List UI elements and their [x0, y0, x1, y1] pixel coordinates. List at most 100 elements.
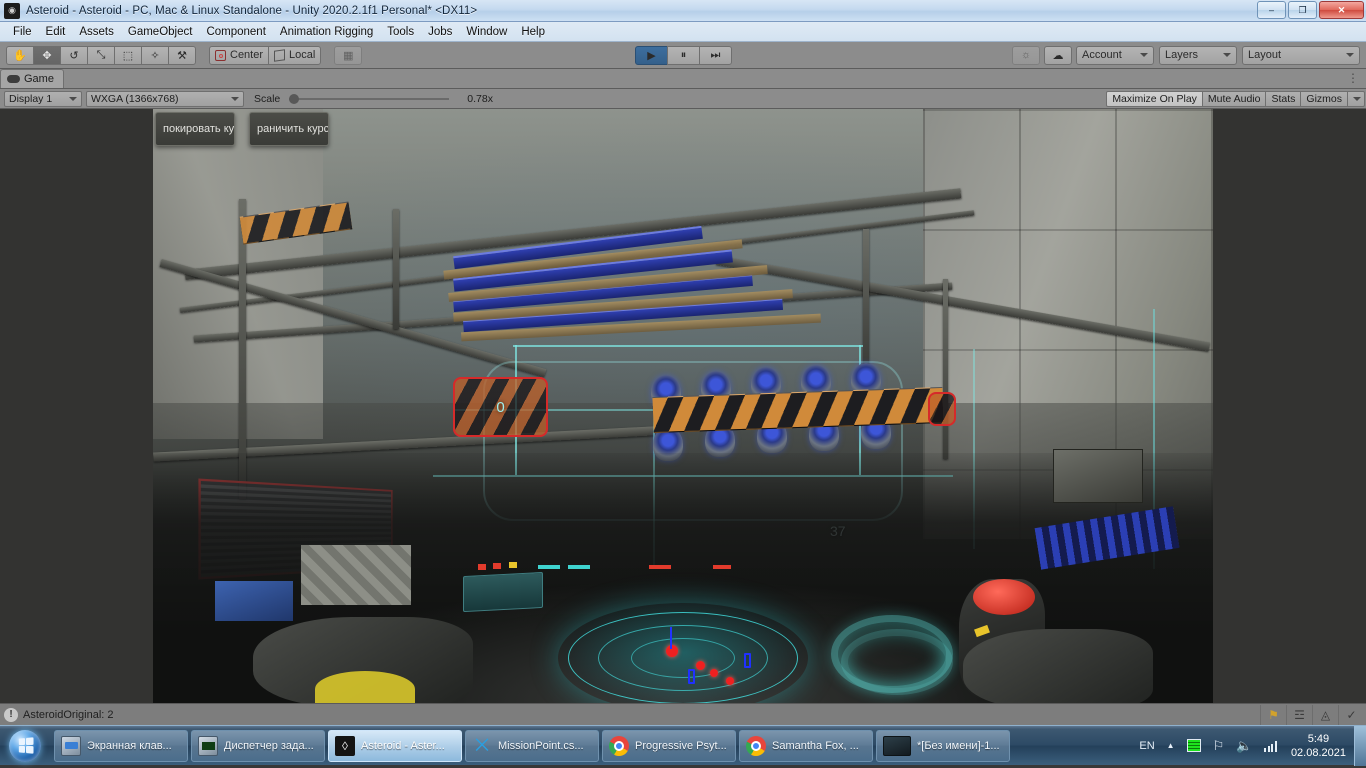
- lock-cursor-button[interactable]: покировать кур: [155, 112, 235, 146]
- minimize-button[interactable]: –: [1257, 1, 1286, 19]
- panel-tabstrip: Game ⋮: [0, 69, 1366, 89]
- unity-status-bar[interactable]: ! AsteroidOriginal: 2 ⚑ ☲ ◬ ✓: [0, 703, 1366, 725]
- pivot-rotation-button[interactable]: Local: [268, 45, 322, 65]
- pivot-group: Center Local: [209, 45, 322, 65]
- gizmos-toggle[interactable]: Gizmos: [1300, 90, 1348, 107]
- language-indicator[interactable]: EN: [1133, 740, 1160, 752]
- cloud-icon[interactable]: ☁: [1044, 45, 1072, 65]
- maximize-on-play-toggle[interactable]: Maximize On Play: [1106, 90, 1203, 107]
- gameview-toolbar: Display 1 WXGA (1366x768) Scale 0.78x Ma…: [0, 89, 1366, 109]
- task-manager-icon: [198, 735, 218, 756]
- hand-tool-button[interactable]: ✋: [6, 45, 34, 65]
- taskbar-item-chrome-2[interactable]: Samantha Fox, ...: [739, 729, 873, 762]
- windows-flag-icon: [18, 737, 34, 754]
- gameview-toggles: Maximize On Play Mute Audio Stats Gizmos: [1106, 90, 1365, 107]
- rotate-tool-button[interactable]: ↺: [60, 45, 88, 65]
- start-button[interactable]: [2, 728, 48, 764]
- menu-animation-rigging[interactable]: Animation Rigging: [273, 24, 380, 40]
- control-stick-red-button[interactable]: [973, 579, 1035, 615]
- letterbox-right: [1213, 109, 1366, 703]
- custom-editor-tool-button[interactable]: ⚒: [168, 45, 196, 65]
- menu-window[interactable]: Window: [459, 24, 514, 40]
- show-desktop-button[interactable]: [1354, 725, 1366, 766]
- menu-jobs[interactable]: Jobs: [421, 24, 459, 40]
- collab-warning-icon[interactable]: ⚑: [1260, 704, 1286, 725]
- gizmos-dropdown[interactable]: [1347, 90, 1365, 107]
- game-scene[interactable]: 0 37: [153, 109, 1213, 703]
- chevron-down-icon: [1223, 53, 1231, 57]
- taskbar-clock[interactable]: 5:49 02.08.2021: [1283, 732, 1354, 760]
- vertical-column-far: [943, 279, 948, 459]
- console-indicator-panel[interactable]: [463, 571, 543, 613]
- right-equipment-crate: [1053, 449, 1143, 503]
- step-button[interactable]: ⏭: [699, 45, 732, 65]
- taskbar-item-image-editor[interactable]: *[Без имени]-1...: [876, 729, 1010, 762]
- taskbar-item-onscreen-keyboard[interactable]: Экранная клав...: [54, 729, 188, 762]
- display-dropdown[interactable]: Display 1: [4, 90, 82, 107]
- status-message: AsteroidOriginal: 2: [23, 708, 114, 721]
- windows-taskbar: Экранная клав... Диспетчер зада... ◊ Ast…: [0, 725, 1366, 766]
- menu-component[interactable]: Component: [199, 24, 272, 40]
- resolution-dropdown[interactable]: WXGA (1366x768): [86, 90, 244, 107]
- game-view-render[interactable]: 0 37: [0, 109, 1366, 703]
- close-button[interactable]: ✕: [1319, 1, 1364, 19]
- services-icon[interactable]: ☼: [1012, 45, 1040, 65]
- window-title: Asteroid - Asteroid - PC, Mac & Linux St…: [26, 4, 478, 17]
- move-tool-button[interactable]: ✥: [33, 45, 61, 65]
- radar-blip-1: [696, 661, 705, 670]
- menu-gameobject[interactable]: GameObject: [121, 24, 200, 40]
- menu-edit[interactable]: Edit: [39, 24, 73, 40]
- tab-game[interactable]: Game: [0, 69, 64, 88]
- visibility-off-icon[interactable]: ◬: [1312, 704, 1338, 725]
- vertical-column-right: [863, 229, 869, 369]
- windows-logo-icon: [9, 729, 41, 762]
- rect-tool-button[interactable]: ⬚: [114, 45, 142, 65]
- menu-tools[interactable]: Tools: [380, 24, 421, 40]
- scale-slider-track[interactable]: [289, 93, 450, 104]
- taskbar-item-task-manager[interactable]: Диспетчер зада...: [191, 729, 325, 762]
- taskbar-item-vscode[interactable]: ⨉ MissionPoint.cs...: [465, 729, 599, 762]
- letterbox-left: [0, 109, 153, 703]
- radar-blip-2: [710, 669, 718, 677]
- radar-blip-blue-2: [688, 669, 695, 684]
- menu-help[interactable]: Help: [514, 24, 552, 40]
- volume-icon[interactable]: 🔈: [1230, 738, 1258, 754]
- show-hidden-icons-button[interactable]: ▲: [1161, 741, 1181, 750]
- taskbar-label-vscode: MissionPoint.cs...: [498, 739, 584, 752]
- network-flag-icon[interactable]: ⚐: [1207, 738, 1231, 754]
- menu-file[interactable]: File: [6, 24, 39, 40]
- system-tray: EN ▲ ⚐ 🔈 5:49 02.08.2021: [1133, 725, 1366, 766]
- pause-button[interactable]: ⏸: [667, 45, 700, 65]
- maximize-restore-button[interactable]: ❐: [1288, 1, 1317, 19]
- resolution-label: WXGA (1366x768): [91, 92, 179, 105]
- radar-hologram[interactable]: [558, 603, 808, 703]
- taskbar-buttons: Экранная клав... Диспетчер зада... ◊ Ast…: [54, 729, 1010, 762]
- layers-dropdown[interactable]: Layers: [1159, 45, 1237, 65]
- taskbar-item-chrome-1[interactable]: Progressive Psyt...: [602, 729, 736, 762]
- transform-tool-button[interactable]: ✧: [141, 45, 169, 65]
- scale-tool-button[interactable]: ⤡: [87, 45, 115, 65]
- target-marker-zero[interactable]: 0: [453, 377, 548, 437]
- scale-slider[interactable]: [289, 93, 450, 104]
- menubar: File Edit Assets GameObject Component An…: [0, 22, 1366, 42]
- signal-icon[interactable]: [1258, 740, 1283, 752]
- mute-audio-toggle[interactable]: Mute Audio: [1201, 90, 1267, 107]
- panel-menu-button[interactable]: ⋮: [1347, 71, 1360, 85]
- taskbar-label-chrome-2: Samantha Fox, ...: [772, 739, 859, 752]
- account-dropdown[interactable]: Account: [1076, 45, 1154, 65]
- grid-snap-button[interactable]: ▦: [334, 45, 363, 65]
- pivot-mode-button[interactable]: Center: [209, 45, 270, 65]
- play-button[interactable]: ▶: [635, 45, 668, 65]
- stats-toggle[interactable]: Stats: [1265, 90, 1302, 107]
- green-indicator-icon[interactable]: [1181, 739, 1207, 752]
- layers-icon[interactable]: ☲: [1286, 704, 1312, 725]
- target-marker-small-right[interactable]: [928, 392, 956, 426]
- scale-slider-knob[interactable]: [289, 93, 300, 104]
- menu-assets[interactable]: Assets: [72, 24, 121, 40]
- check-circle-icon[interactable]: ✓: [1338, 704, 1364, 725]
- pivot-center-icon: [215, 49, 226, 61]
- layout-dropdown[interactable]: Layout: [1242, 45, 1360, 65]
- limit-cursor-button[interactable]: раничить курсо: [249, 112, 329, 146]
- pilot-helmet-reflection: [315, 671, 415, 703]
- taskbar-item-unity[interactable]: ◊ Asteroid - Aster...: [328, 729, 462, 762]
